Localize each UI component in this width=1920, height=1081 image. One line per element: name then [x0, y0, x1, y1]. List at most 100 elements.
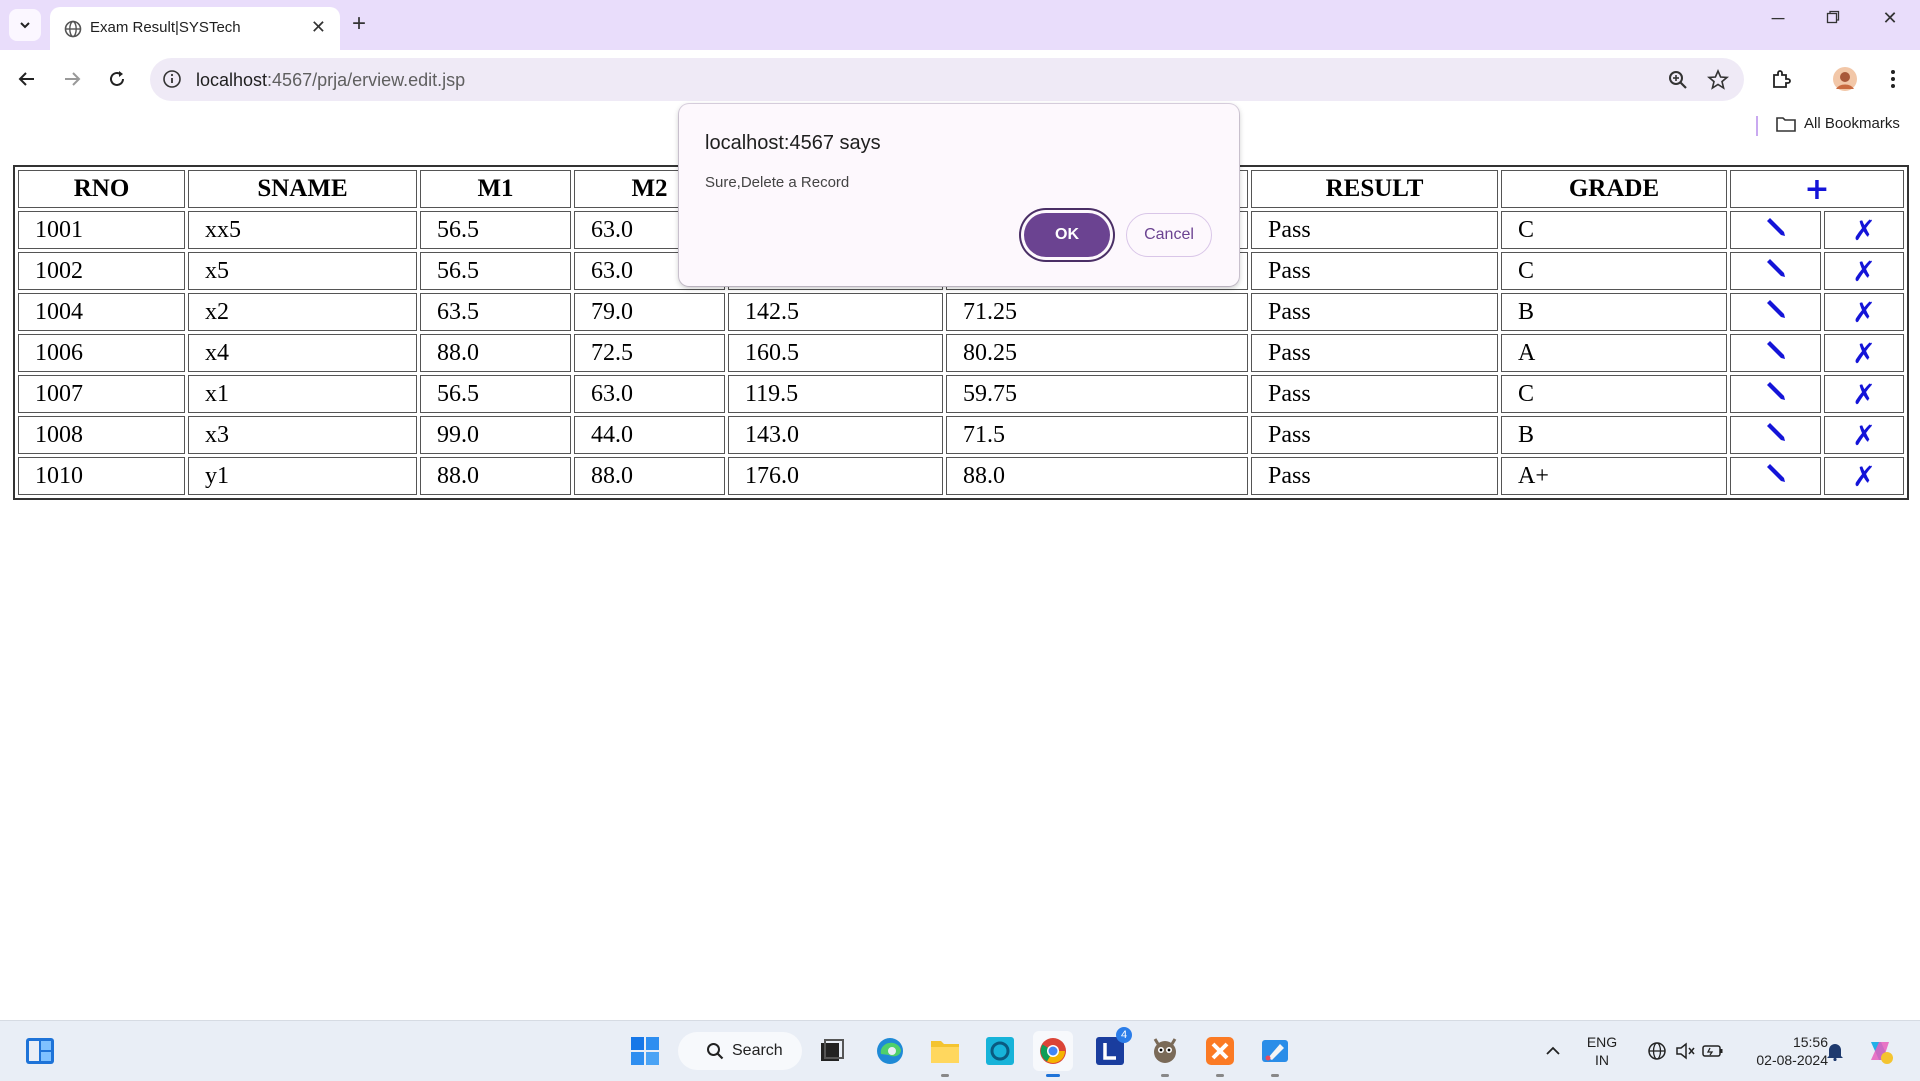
header-result: RESULT	[1251, 170, 1498, 208]
copilot-button[interactable]	[1860, 1031, 1900, 1071]
extensions-button[interactable]	[1766, 64, 1796, 94]
avatar	[1833, 67, 1857, 91]
puzzle-icon	[1773, 70, 1791, 88]
ok-button[interactable]: OK	[1024, 213, 1110, 257]
address-bar[interactable]: localhost:4567/prja/erview.edit.jsp	[150, 58, 1744, 101]
cell-avg: 71.25	[946, 293, 1248, 331]
delete-button[interactable]: ✗	[1824, 252, 1904, 290]
plus-icon: +	[1804, 171, 1830, 207]
active-indicator	[1046, 1074, 1060, 1077]
header-rno: RNO	[18, 170, 185, 208]
running-indicator	[1161, 1074, 1169, 1077]
minimize-button[interactable]: ─	[1758, 8, 1798, 29]
edit-button[interactable]	[1730, 334, 1821, 372]
gimp-button[interactable]	[1145, 1031, 1185, 1077]
add-record-button[interactable]: +	[1730, 170, 1904, 208]
edit-button[interactable]	[1730, 293, 1821, 331]
delete-button[interactable]: ✗	[1824, 211, 1904, 249]
chrome-button[interactable]	[1033, 1031, 1073, 1077]
edit-button[interactable]	[1730, 252, 1821, 290]
delete-button[interactable]: ✗	[1824, 457, 1904, 495]
cell-grade: B	[1501, 416, 1727, 454]
browser-tab[interactable]: Exam Result|SYSTech ✕	[50, 7, 340, 50]
edit-button[interactable]	[1730, 211, 1821, 249]
tab-strip: Exam Result|SYSTech ✕ + ─ ✕	[0, 0, 1920, 50]
delete-button[interactable]: ✗	[1824, 293, 1904, 331]
taskbar-search[interactable]: Search	[678, 1032, 802, 1070]
new-tab-button[interactable]: +	[352, 10, 366, 38]
cell-result: Pass	[1251, 293, 1498, 331]
close-tab-icon[interactable]: ✕	[311, 17, 326, 38]
cell-sname: y1	[188, 457, 417, 495]
cell-grade: A+	[1501, 457, 1727, 495]
cell-grade: C	[1501, 252, 1727, 290]
profile-button[interactable]	[1830, 64, 1860, 94]
cell-sname: x1	[188, 375, 417, 413]
edge-button[interactable]	[870, 1031, 910, 1071]
arrow-right-icon	[65, 72, 81, 86]
all-bookmarks-button[interactable]: All Bookmarks	[1776, 115, 1900, 132]
site-info-icon	[163, 70, 181, 88]
paint-button[interactable]	[1255, 1031, 1295, 1077]
cell-rno: 1010	[18, 457, 185, 495]
battery-icon	[1702, 1045, 1723, 1057]
edit-button[interactable]	[1730, 457, 1821, 495]
url-text: localhost:4567/prja/erview.edit.jsp	[196, 70, 465, 91]
url-path: :4567/prja/erview.edit.jsp	[267, 70, 466, 90]
cell-sname: x4	[188, 334, 417, 372]
cell-result: Pass	[1251, 375, 1498, 413]
tab-search-button[interactable]	[9, 9, 41, 41]
cell-m1: 99.0	[420, 416, 571, 454]
more-vertical-icon	[1891, 70, 1895, 88]
x-mark-icon: ✗	[1852, 377, 1876, 411]
pencil-icon	[1766, 299, 1785, 318]
reload-button[interactable]	[102, 64, 132, 94]
task-view-button[interactable]	[812, 1031, 852, 1071]
battery-button[interactable]	[1693, 1031, 1733, 1071]
delete-button[interactable]: ✗	[1824, 375, 1904, 413]
dialog-title: localhost:4567 says	[705, 132, 881, 154]
edge-icon	[877, 1038, 903, 1064]
cell-grade: A	[1501, 334, 1727, 372]
cancel-button[interactable]: Cancel	[1126, 213, 1212, 257]
cell-sname: x5	[188, 252, 417, 290]
star-icon[interactable]	[1707, 69, 1729, 91]
file-explorer-button[interactable]	[925, 1031, 965, 1077]
cell-m1: 56.5	[420, 211, 571, 249]
delete-button[interactable]: ✗	[1824, 416, 1904, 454]
cell-m2: 72.5	[574, 334, 725, 372]
table-row: 1010 y1 88.0 88.0 176.0 88.0 Pass A+ ✗	[18, 457, 1904, 495]
start-button[interactable]	[625, 1031, 665, 1071]
restore-button[interactable]	[1813, 8, 1853, 29]
restore-icon	[1826, 10, 1840, 24]
edit-button[interactable]	[1730, 375, 1821, 413]
forward-button[interactable]	[57, 64, 87, 94]
app-button-cyan[interactable]	[980, 1031, 1020, 1071]
show-hidden-icons-button[interactable]	[1533, 1031, 1573, 1071]
cell-rno: 1007	[18, 375, 185, 413]
cell-avg: 71.5	[946, 416, 1248, 454]
zoom-icon[interactable]	[1667, 69, 1689, 91]
back-button[interactable]	[12, 64, 42, 94]
table-row: 1006 x4 88.0 72.5 160.5 80.25 Pass A ✗	[18, 334, 1904, 372]
lang-bottom: IN	[1595, 1052, 1609, 1068]
cell-total: 143.0	[728, 416, 943, 454]
cell-result: Pass	[1251, 334, 1498, 372]
edit-button[interactable]	[1730, 416, 1821, 454]
l-app-button[interactable]: 4	[1090, 1027, 1132, 1071]
table-row: 1007 x1 56.5 63.0 119.5 59.75 Pass C ✗	[18, 375, 1904, 413]
notifications-button[interactable]	[1815, 1031, 1855, 1071]
paint-icon	[1262, 1040, 1288, 1062]
menu-button[interactable]	[1878, 64, 1908, 94]
copilot-icon	[1871, 1042, 1893, 1064]
cell-grade: C	[1501, 211, 1727, 249]
cell-result: Pass	[1251, 416, 1498, 454]
language-indicator[interactable]: ENG IN	[1582, 1033, 1622, 1069]
xampp-button[interactable]	[1200, 1031, 1240, 1077]
close-window-button[interactable]: ✕	[1870, 8, 1910, 29]
cell-rno: 1008	[18, 416, 185, 454]
widgets-button[interactable]	[20, 1031, 60, 1071]
delete-button[interactable]: ✗	[1824, 334, 1904, 372]
cell-m1: 63.5	[420, 293, 571, 331]
header-m1: M1	[420, 170, 571, 208]
